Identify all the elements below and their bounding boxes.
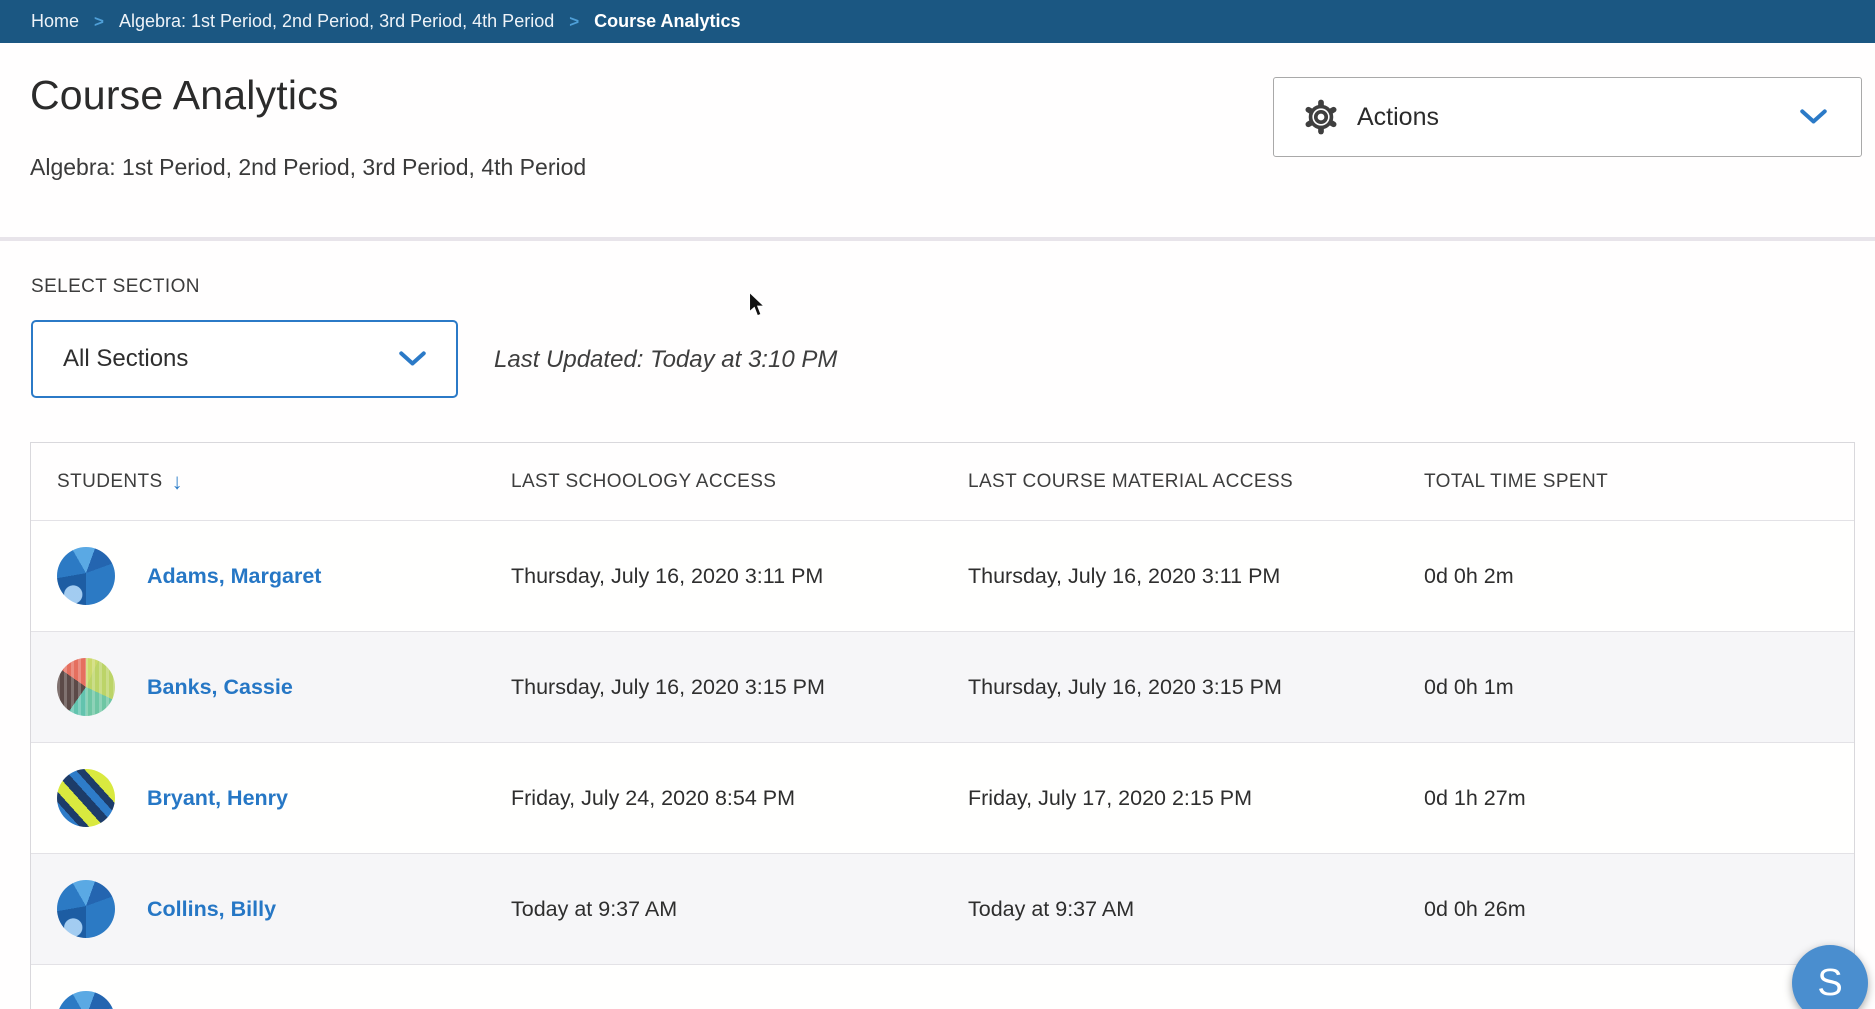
student-name-link[interactable]: Banks, Cassie xyxy=(147,675,293,700)
actions-button[interactable]: Actions xyxy=(1273,77,1862,157)
student-avatar[interactable] xyxy=(57,658,115,716)
student-name-link[interactable]: Collins, Billy xyxy=(147,897,276,922)
page-title: Course Analytics xyxy=(30,72,339,119)
table-header-row: STUDENTS ↓ LAST SCHOOLOGY ACCESS LAST CO… xyxy=(31,443,1854,520)
column-header-last-schoology-access[interactable]: LAST SCHOOLOGY ACCESS xyxy=(485,471,942,493)
table-row xyxy=(31,964,1854,1009)
breadcrumb: Home > Algebra: 1st Period, 2nd Period, … xyxy=(0,0,1875,43)
section-divider xyxy=(0,237,1875,241)
breadcrumb-current-page: Course Analytics xyxy=(594,11,740,32)
cell-last-schoology-access: Friday, July 24, 2020 8:54 PM xyxy=(485,786,942,811)
breadcrumb-home-link[interactable]: Home xyxy=(31,11,79,32)
breadcrumb-separator-icon: > xyxy=(569,12,579,32)
cell-last-schoology-access: Today at 9:37 AM xyxy=(485,897,942,922)
table-row: Adams, Margaret Thursday, July 16, 2020 … xyxy=(31,520,1854,631)
cell-last-course-material-access: Thursday, July 16, 2020 3:15 PM xyxy=(942,675,1398,700)
student-name-link[interactable]: Adams, Margaret xyxy=(147,564,321,589)
student-avatar[interactable] xyxy=(57,880,115,938)
cell-last-schoology-access: Thursday, July 16, 2020 3:11 PM xyxy=(485,564,942,589)
cell-total-time-spent: 0d 0h 1m xyxy=(1398,675,1854,700)
cell-last-course-material-access: Today at 9:37 AM xyxy=(942,897,1398,922)
cell-total-time-spent: 0d 0h 2m xyxy=(1398,564,1854,589)
user-initial: S xyxy=(1817,962,1842,1005)
students-analytics-table: STUDENTS ↓ LAST SCHOOLOGY ACCESS LAST CO… xyxy=(30,442,1855,1009)
section-dropdown-value: All Sections xyxy=(63,345,188,373)
page-subtitle: Algebra: 1st Period, 2nd Period, 3rd Per… xyxy=(30,154,586,181)
gear-icon xyxy=(1302,98,1340,136)
table-row: Bryant, Henry Friday, July 24, 2020 8:54… xyxy=(31,742,1854,853)
course-analytics-page: Home > Algebra: 1st Period, 2nd Period, … xyxy=(0,0,1875,1009)
table-row: Collins, Billy Today at 9:37 AM Today at… xyxy=(31,853,1854,964)
cell-total-time-spent: 0d 1h 27m xyxy=(1398,786,1854,811)
sort-descending-icon: ↓ xyxy=(172,469,183,495)
actions-button-label: Actions xyxy=(1357,103,1439,132)
student-avatar[interactable] xyxy=(57,991,115,1009)
floating-user-avatar-button[interactable]: S xyxy=(1792,945,1868,1009)
cell-last-course-material-access: Friday, July 17, 2020 2:15 PM xyxy=(942,786,1398,811)
chevron-down-icon xyxy=(399,351,426,367)
select-section-label: SELECT SECTION xyxy=(31,276,200,298)
column-header-students[interactable]: STUDENTS ↓ xyxy=(31,469,485,495)
breadcrumb-separator-icon: > xyxy=(94,12,104,32)
student-avatar[interactable] xyxy=(57,547,115,605)
student-avatar[interactable] xyxy=(57,769,115,827)
last-updated-text: Last Updated: Today at 3:10 PM xyxy=(494,346,837,374)
breadcrumb-course-link[interactable]: Algebra: 1st Period, 2nd Period, 3rd Per… xyxy=(119,11,554,32)
cell-last-schoology-access: Thursday, July 16, 2020 3:15 PM xyxy=(485,675,942,700)
chevron-down-icon xyxy=(1800,109,1827,125)
table-row: Banks, Cassie Thursday, July 16, 2020 3:… xyxy=(31,631,1854,742)
section-dropdown[interactable]: All Sections xyxy=(31,320,458,398)
cell-last-course-material-access: Thursday, July 16, 2020 3:11 PM xyxy=(942,564,1398,589)
column-header-last-course-material-access[interactable]: LAST COURSE MATERIAL ACCESS xyxy=(942,471,1398,493)
student-name-link[interactable]: Bryant, Henry xyxy=(147,786,288,811)
mouse-cursor-icon xyxy=(748,291,767,319)
column-header-total-time-spent[interactable]: TOTAL TIME SPENT xyxy=(1398,471,1854,493)
cell-total-time-spent: 0d 0h 26m xyxy=(1398,897,1854,922)
